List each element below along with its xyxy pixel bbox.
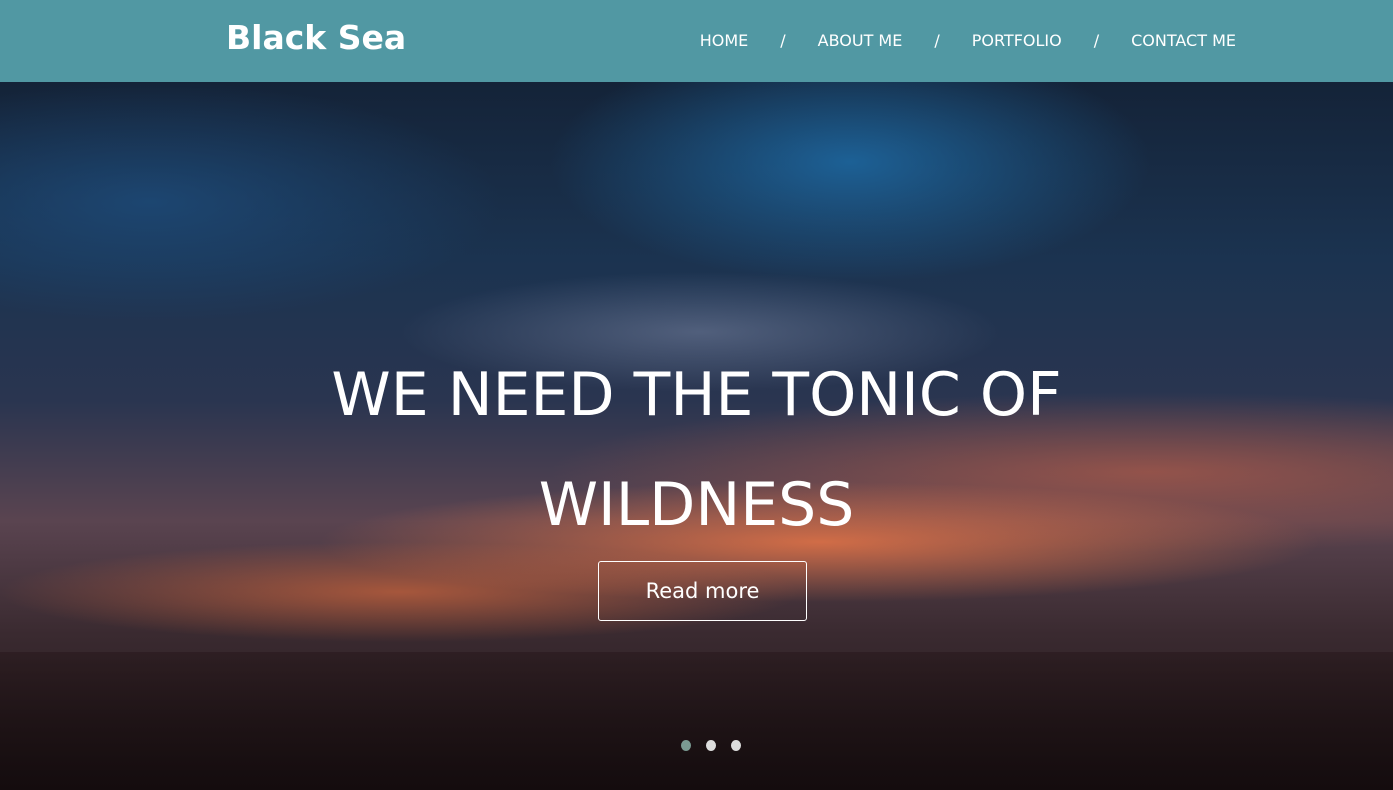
hero-title: WE NEED THE TONIC OF WILDNESS: [0, 340, 1393, 560]
header: Black Sea HOME / ABOUT ME / PORTFOLIO / …: [0, 0, 1393, 82]
nav-home[interactable]: HOME: [700, 31, 749, 50]
hero-title-line-1: WE NEED THE TONIC OF: [331, 360, 1062, 430]
read-more-button[interactable]: Read more: [598, 561, 807, 621]
slide-dot-2[interactable]: [706, 740, 716, 751]
slider-dots: [681, 740, 741, 751]
nav-separator: /: [780, 31, 786, 50]
logo[interactable]: Black Sea: [226, 18, 406, 57]
nav-portfolio[interactable]: PORTFOLIO: [972, 31, 1062, 50]
nav-menu: HOME / ABOUT ME / PORTFOLIO / CONTACT ME: [700, 31, 1236, 50]
slide-dot-1[interactable]: [681, 740, 691, 751]
nav-separator: /: [1093, 31, 1100, 50]
slide-dot-3[interactable]: [731, 740, 741, 751]
nav-separator: /: [934, 31, 940, 50]
hero-title-line-2: WILDNESS: [538, 470, 855, 540]
nav-contact-me[interactable]: CONTACT ME: [1131, 31, 1236, 50]
hero-slider: WE NEED THE TONIC OF WILDNESS Read more: [0, 82, 1393, 790]
nav-about-me[interactable]: ABOUT ME: [818, 31, 903, 50]
